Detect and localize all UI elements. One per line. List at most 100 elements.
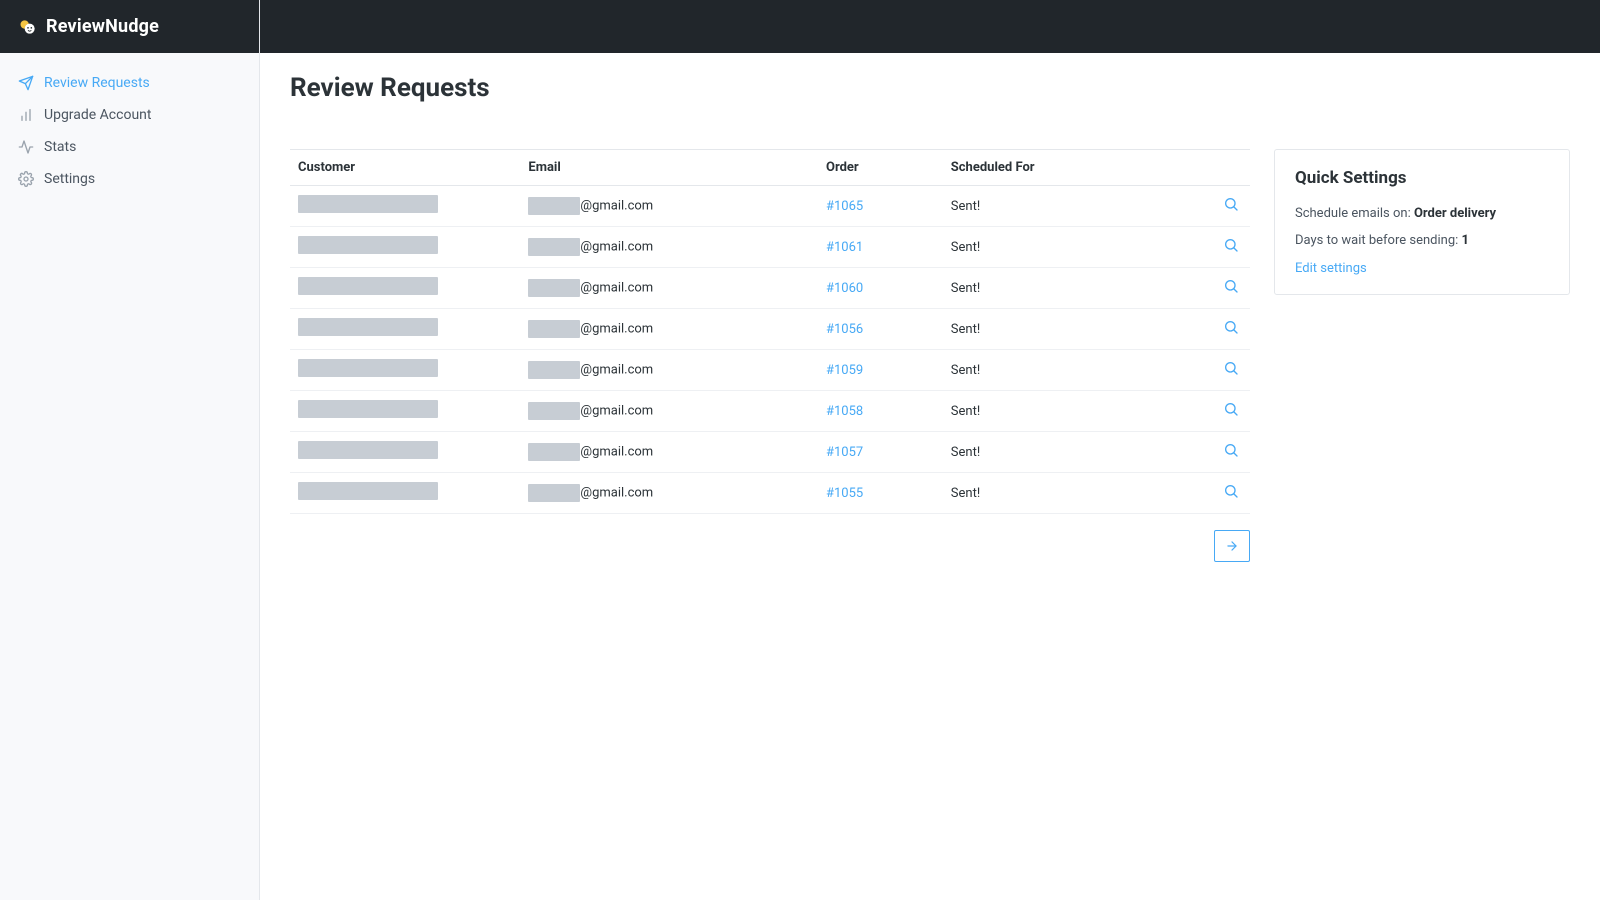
table-row: @gmail.com#1056Sent! [290,309,1250,350]
table-row: @gmail.com#1058Sent! [290,391,1250,432]
next-page-button[interactable] [1214,530,1250,562]
action-cell [1192,350,1250,391]
email-suffix: @gmail.com [580,403,653,418]
email-cell: @gmail.com [520,186,818,227]
sidebar-item-stats[interactable]: Stats [0,131,259,163]
sidebar-item-review-requests[interactable]: Review Requests [0,67,259,99]
order-link[interactable]: #1060 [826,281,863,296]
action-cell [1192,473,1250,514]
status-cell: Sent! [943,432,1193,473]
order-cell: #1065 [818,186,943,227]
sidebar-nav: Review Requests Upgrade Account Stats Se… [0,53,259,209]
order-link[interactable]: #1056 [826,322,863,337]
sidebar-item-upgrade-account[interactable]: Upgrade Account [0,99,259,131]
search-icon [1223,319,1239,339]
view-detail-button[interactable] [1220,318,1242,340]
redacted-customer [298,359,438,377]
pager [290,530,1250,562]
sidebar-item-label: Review Requests [44,75,150,91]
action-cell [1192,186,1250,227]
qs-schedule-label: Schedule emails on: [1295,206,1411,221]
status-cell: Sent! [943,227,1193,268]
action-cell [1192,432,1250,473]
qs-schedule-value: Order delivery [1414,206,1496,221]
th-email: Email [520,150,818,186]
logo-text: ReviewNudge [46,16,159,37]
customer-cell [290,432,520,473]
email-suffix: @gmail.com [580,444,653,459]
view-detail-button[interactable] [1220,359,1242,381]
redacted-customer [298,195,438,213]
quick-settings-days: Days to wait before sending: 1 [1295,233,1549,248]
page-title: Review Requests [260,53,1600,103]
sidebar-item-label: Upgrade Account [44,107,151,123]
order-link[interactable]: #1055 [826,486,863,501]
redacted-customer [298,318,438,336]
redacted-customer [298,277,438,295]
arrow-right-icon [1225,539,1239,553]
action-cell [1192,309,1250,350]
redacted-email-prefix [528,197,580,215]
order-link[interactable]: #1058 [826,404,863,419]
email-cell: @gmail.com [520,391,818,432]
redacted-email-prefix [528,238,580,256]
sidebar-item-label: Settings [44,171,95,187]
order-cell: #1056 [818,309,943,350]
order-link[interactable]: #1057 [826,445,863,460]
redacted-email-prefix [528,402,580,420]
order-link[interactable]: #1065 [826,199,863,214]
email-cell: @gmail.com [520,432,818,473]
email-suffix: @gmail.com [580,485,653,500]
th-order: Order [818,150,943,186]
edit-settings-link[interactable]: Edit settings [1295,261,1367,276]
view-detail-button[interactable] [1220,482,1242,504]
email-suffix: @gmail.com [580,198,653,213]
logo-icon [18,17,38,37]
view-detail-button[interactable] [1220,236,1242,258]
table-row: @gmail.com #1061 Sent! [290,227,1250,268]
search-icon [1223,483,1239,503]
view-detail-button[interactable] [1220,400,1242,422]
activity-icon [18,139,34,155]
bar-chart-icon [18,107,34,123]
search-icon [1223,237,1239,257]
view-detail-button[interactable] [1220,441,1242,463]
action-cell [1192,227,1250,268]
sidebar: ReviewNudge Review Requests Upgrade Acco… [0,0,260,900]
sidebar-header: ReviewNudge [0,0,259,53]
order-link[interactable]: #1059 [826,363,863,378]
table-row: @gmail.com #1057 Sent! [290,432,1250,473]
table-row: @gmail.com#1065Sent! [290,186,1250,227]
sidebar-item-settings[interactable]: Settings [0,163,259,195]
search-icon [1223,278,1239,298]
status-cell: Sent! [943,473,1193,514]
order-cell: #1055 [818,473,943,514]
email-suffix: @gmail.com [580,239,653,254]
redacted-email-prefix [528,279,580,297]
table-row: @gmail.com #1059 Sent! [290,350,1250,391]
sidebar-item-label: Stats [44,139,76,155]
th-scheduled: Scheduled For [943,150,1193,186]
redacted-customer [298,441,438,459]
order-cell: #1059 [818,350,943,391]
email-suffix: @gmail.com [580,280,653,295]
qs-days-label: Days to wait before sending: [1295,233,1458,248]
status-cell: Sent! [943,268,1193,309]
redacted-email-prefix [528,484,580,502]
view-detail-button[interactable] [1220,277,1242,299]
status-cell: Sent! [943,350,1193,391]
email-cell: @gmail.com [520,350,818,391]
table-row: @gmail.com #1060 Sent! [290,268,1250,309]
customer-cell [290,227,520,268]
order-cell: #1057 [818,432,943,473]
quick-settings-schedule: Schedule emails on: Order delivery [1295,206,1549,221]
email-cell: @gmail.com [520,268,818,309]
redacted-email-prefix [528,361,580,379]
redacted-customer [298,482,438,500]
email-cell: @gmail.com [520,309,818,350]
search-icon [1223,442,1239,462]
view-detail-button[interactable] [1220,195,1242,217]
customer-cell [290,186,520,227]
review-requests-table: Customer Email Order Scheduled For @gmai… [290,149,1250,514]
order-link[interactable]: #1061 [826,240,863,255]
